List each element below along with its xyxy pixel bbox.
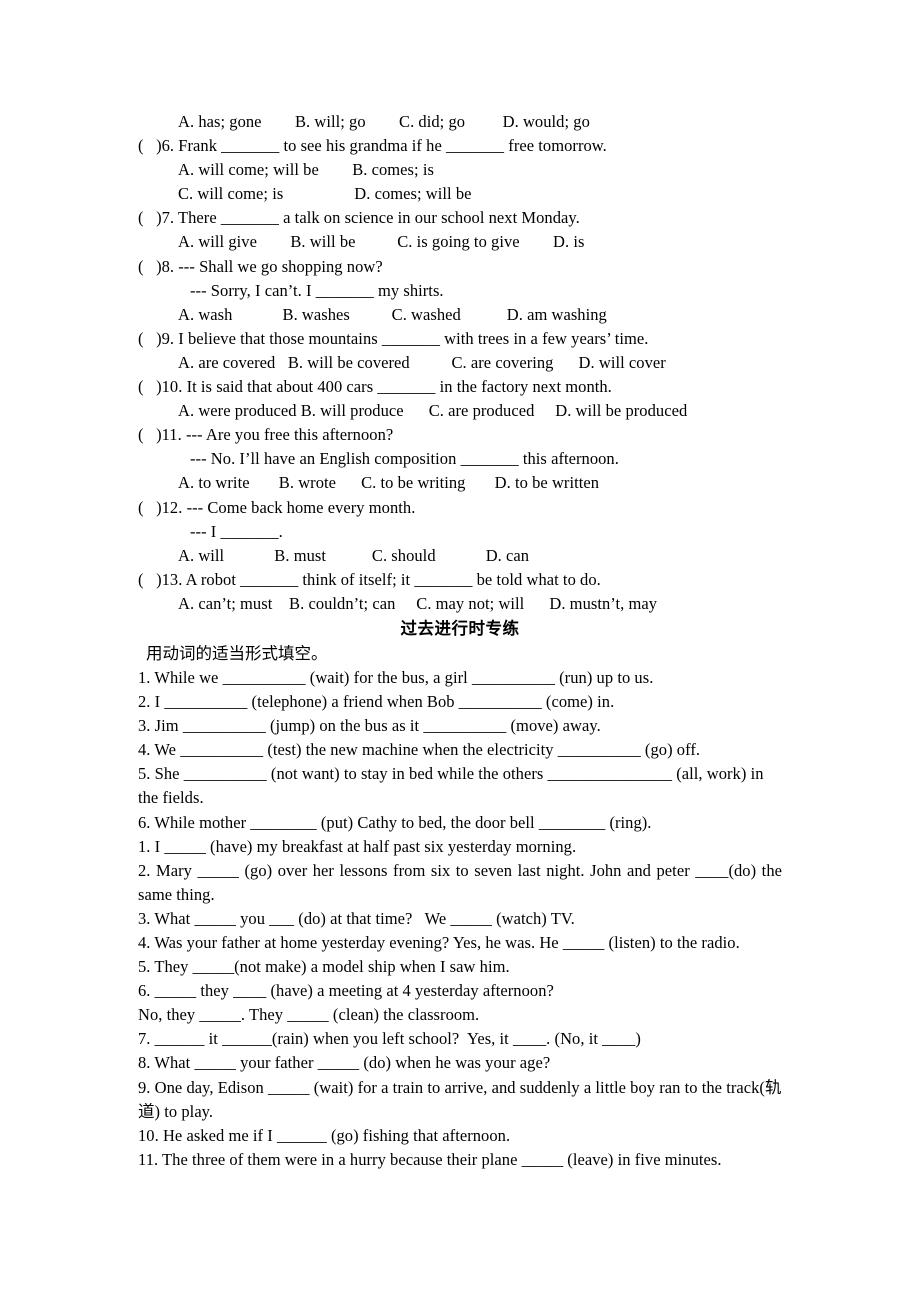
option-row: A. to write B. wrote C. to be writing D.… <box>178 473 600 493</box>
fill-blank-item: 10. He asked me if I ______ (go) fishing… <box>138 1125 511 1145</box>
option-row: A. can’t; must B. couldn’t; can C. may n… <box>178 593 658 613</box>
question-stem: ( )6. Frank _______ to see his grandma i… <box>138 136 607 156</box>
question-stem: ( )13. A robot _______ think of itself; … <box>138 569 601 589</box>
fill-blank-item: 7. ______ it ______(rain) when you left … <box>138 1029 641 1049</box>
section-instruction: 用动词的适当形式填空。 <box>146 643 328 663</box>
fill-blank-item: No, they _____. They _____ (clean) the c… <box>138 1005 480 1025</box>
option-row: A. are covered B. will be covered C. are… <box>178 352 666 372</box>
fill-blank-item: 11. The three of them were in a hurry be… <box>138 1149 722 1169</box>
option-row: A. will B. must C. should D. can <box>178 545 530 565</box>
fill-blank-item: 4. We __________ (test) the new machine … <box>138 740 701 760</box>
fill-blank-item: 1. While we __________ (wait) for the bu… <box>138 667 654 687</box>
option-row: A. wash B. washes C. washed D. am washin… <box>178 304 607 324</box>
fill-blank-item: 2. I __________ (telephone) a friend whe… <box>138 692 615 712</box>
dialogue-line: --- I _______. <box>190 521 283 541</box>
dialogue-line: --- No. I’ll have an English composition… <box>190 449 619 469</box>
fill-blank-item: 2. Mary _____ (go) over her lessons from… <box>138 860 782 904</box>
document-page: A. has; gone B. will; go C. did; go D. w… <box>0 0 920 1302</box>
question-stem: ( )12. --- Come back home every month. <box>138 497 416 517</box>
fill-blank-item: 4. Was your father at home yesterday eve… <box>138 933 740 952</box>
option-row: A. will give B. will be C. is going to g… <box>178 232 585 252</box>
section-past-continuous: 过去进行时专练 用动词的适当形式填空。 1. While we ________… <box>138 616 782 1172</box>
fill-blank-item: 6. _____ they ____ (have) a meeting at 4… <box>138 981 554 1001</box>
option-row: A. has; gone B. will; go C. did; go D. w… <box>178 112 590 131</box>
question-stem: ( )9. I believe that those mountains ___… <box>138 328 649 348</box>
option-row: C. will come; is D. comes; will be <box>178 184 472 204</box>
option-row: A. were produced B. will produce C. are … <box>178 401 688 421</box>
question-stem: ( )7. There _______ a talk on science in… <box>138 208 580 228</box>
dialogue-line: --- Sorry, I can’t. I _______ my shirts. <box>190 280 444 300</box>
fill-blank-item: 5. She __________ (not want) to stay in … <box>138 764 764 808</box>
fill-blank-item: 3. Jim __________ (jump) on the bus as i… <box>138 716 601 736</box>
option-row: A. will come; will be B. comes; is <box>178 160 434 180</box>
fill-blank-item: 9. One day, Edison _____ (wait) for a tr… <box>138 1077 782 1121</box>
fill-blank-item: 6. While mother ________ (put) Cathy to … <box>138 812 652 832</box>
fill-blank-item: 8. What _____ your father _____ (do) whe… <box>138 1053 551 1073</box>
document-body: A. has; gone B. will; go C. did; go D. w… <box>138 110 782 1172</box>
section-multiple-choice: A. has; gone B. will; go C. did; go D. w… <box>138 110 782 616</box>
fill-blank-item: 5. They _____(not make) a model ship whe… <box>138 957 510 977</box>
fill-blank-item: 1. I _____ (have) my breakfast at half p… <box>138 836 577 856</box>
fill-blank-item: 3. What _____ you ___ (do) at that time?… <box>138 908 575 928</box>
section-title: 过去进行时专练 <box>400 618 520 638</box>
question-stem: ( )11. --- Are you free this afternoon? <box>138 425 394 445</box>
question-stem: ( )8. --- Shall we go shopping now? <box>138 256 383 276</box>
question-stem: ( )10. It is said that about 400 cars __… <box>138 377 612 397</box>
